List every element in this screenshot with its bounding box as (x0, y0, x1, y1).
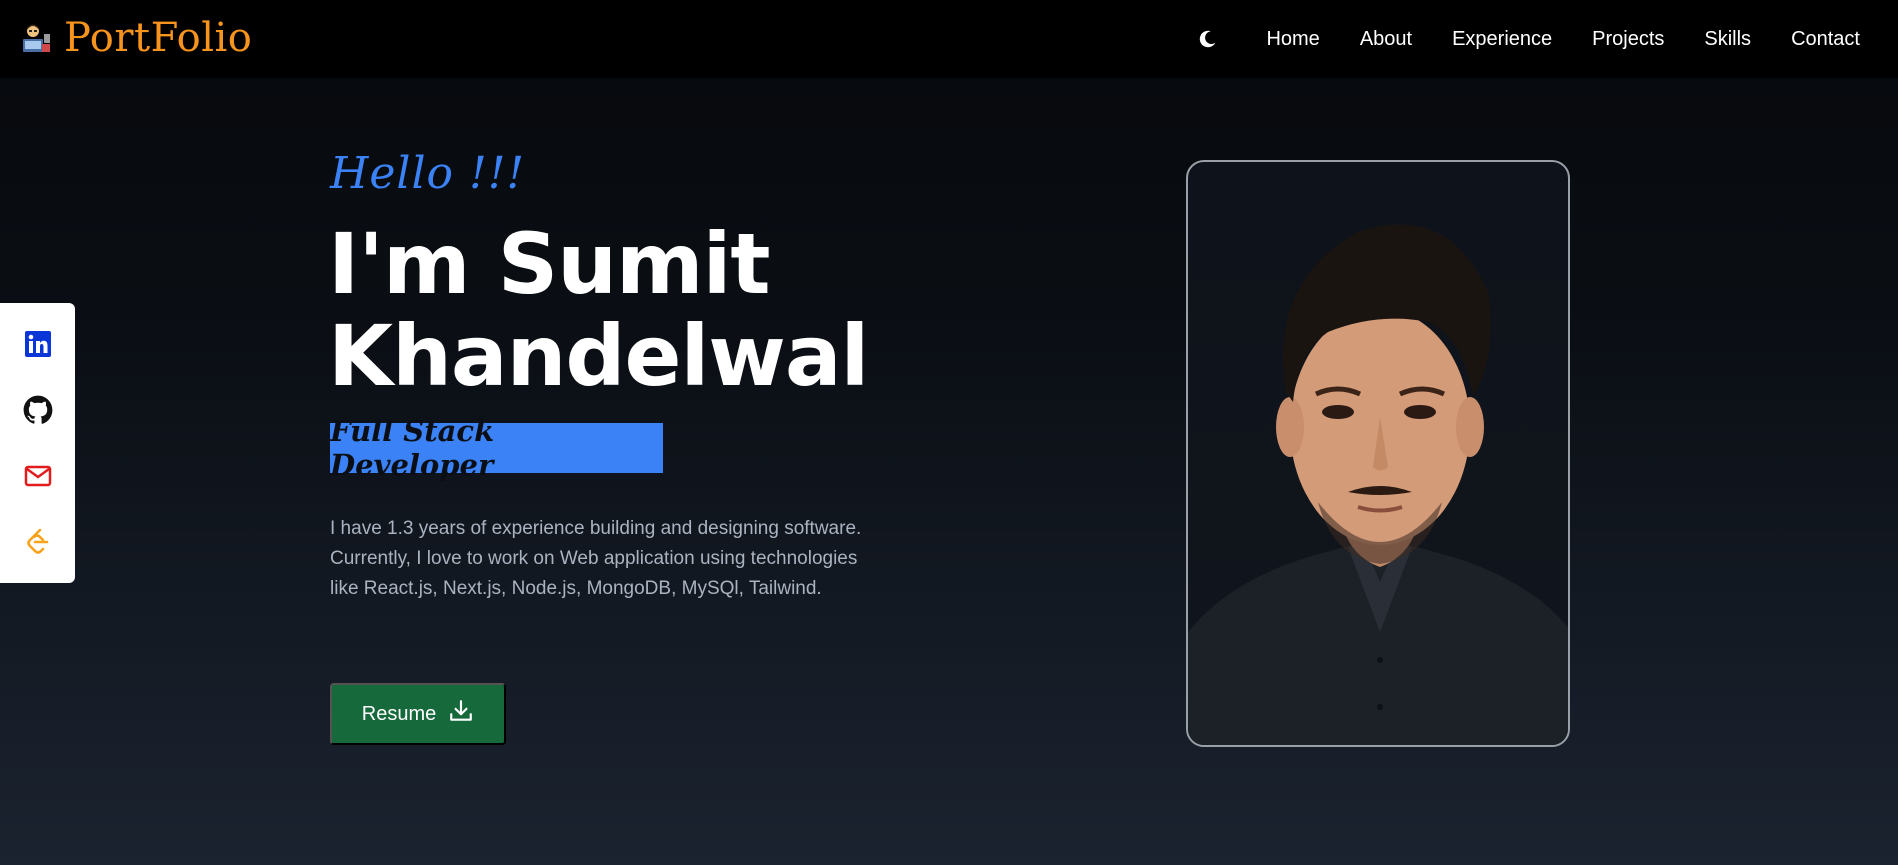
name-line-1: I'm Sumit (328, 215, 771, 313)
name-line-2: Khandelwal (328, 307, 869, 405)
brand-title: PortFolio (64, 15, 253, 61)
resume-button[interactable]: Resume (330, 683, 506, 745)
profile-photo (1186, 160, 1570, 747)
theme-toggle-moon-icon[interactable] (1196, 27, 1220, 51)
nav-contact[interactable]: Contact (1791, 28, 1860, 51)
github-icon[interactable] (22, 394, 54, 426)
profile-portrait-illustration (1188, 224, 1568, 745)
nav-about[interactable]: About (1360, 28, 1412, 51)
developer-avatar-icon (20, 22, 52, 54)
resume-label: Resume (361, 702, 437, 725)
leetcode-icon[interactable] (22, 526, 54, 558)
brand[interactable]: PortFolio (20, 14, 252, 62)
hero-name: I'm Sumit Khandelwal (328, 215, 869, 405)
nav-home[interactable]: Home (1266, 28, 1319, 51)
nav-experience[interactable]: Experience (1452, 28, 1552, 51)
nav-skills[interactable]: Skills (1704, 28, 1751, 51)
navbar: PortFolio Home About Experience Projects… (0, 0, 1898, 78)
download-icon (448, 698, 474, 730)
nav-links: Home About Experience Projects Skills Co… (1196, 0, 1860, 78)
greeting: Hello !!! (330, 148, 526, 199)
role-badge: Full Stack Developer (330, 414, 663, 482)
linkedin-icon[interactable] (22, 328, 54, 360)
mail-icon[interactable] (22, 460, 54, 492)
bio-text: I have 1.3 years of experience building … (330, 518, 862, 599)
social-sidebar (0, 303, 75, 583)
nav-projects[interactable]: Projects (1592, 28, 1664, 51)
